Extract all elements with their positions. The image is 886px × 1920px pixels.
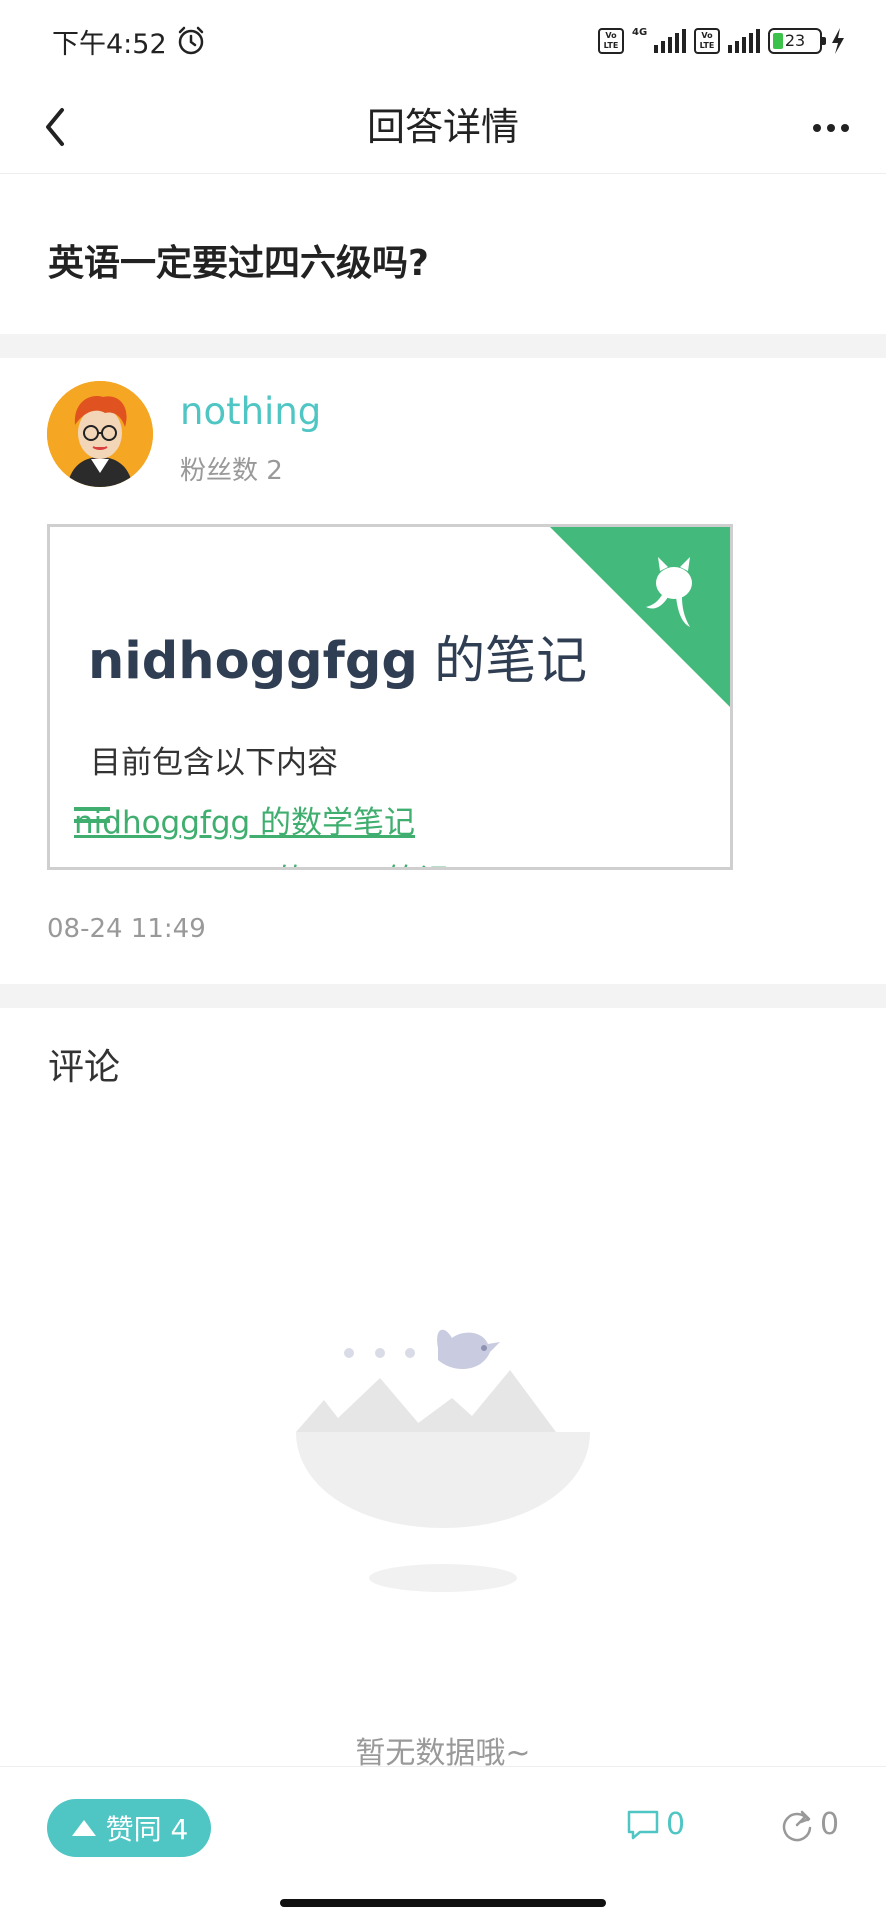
card-subtitle: 目前包含以下内容	[90, 745, 338, 781]
card-title-en: nidhoggfgg	[88, 632, 418, 691]
empty-state-illustration	[296, 1329, 590, 1592]
signal-icon	[654, 29, 686, 53]
network-type: 4G	[632, 27, 648, 38]
card-link-math[interactable]: nidhoggfgg 的数学笔记	[74, 797, 415, 842]
charging-icon	[832, 28, 844, 54]
fans-count: 粉丝数 2	[180, 456, 283, 486]
question-title[interactable]: 英语一定要过四六级吗?	[48, 234, 429, 286]
arrow-up-icon	[71, 1820, 96, 1836]
agree-button[interactable]: 赞同 4	[47, 1799, 211, 1857]
card-title-zh: 的笔记	[417, 632, 588, 691]
section-divider	[0, 984, 886, 1008]
volte-icon-2: Vo LTE	[694, 28, 720, 54]
page-title: 回答详情	[366, 105, 519, 149]
volte-icon: Vo LTE	[598, 28, 624, 54]
status-bar: 下午4:52 Vo LTE 4G Vo LTE 23	[0, 0, 886, 80]
battery-icon: 23	[768, 28, 826, 54]
nav-bar: 回答详情	[0, 80, 886, 174]
share-count: 0	[820, 1807, 840, 1842]
comment-count: 0	[666, 1807, 686, 1842]
avatar-illustration	[47, 381, 153, 487]
link-card[interactable]: nidhoggfgg 的笔记 目前包含以下内容 nidhoggfgg 的数学笔记…	[47, 524, 733, 870]
battery-level: 23	[784, 31, 806, 50]
share-button[interactable]: 0	[780, 1807, 839, 1842]
section-divider	[0, 334, 886, 358]
alarm-icon	[178, 26, 204, 55]
share-icon	[782, 1810, 812, 1841]
signal-icon-2	[728, 29, 760, 53]
comment-icon	[627, 1810, 659, 1839]
answer-section: nothing 粉丝数 2 nidhoggfgg 的笔记 目前包含以下内容 ni…	[0, 358, 886, 984]
comments-title: 评论	[48, 1047, 121, 1088]
card-link-rust[interactable]: nidhoggfgg 的 rust 笔记	[90, 855, 449, 867]
answer-time: 08-24 11:49	[47, 914, 206, 944]
comments-section: 评论 暂无数据哦~	[0, 1008, 886, 1771]
bottom-action-bar: 赞同 4 0 0	[0, 1766, 886, 1920]
agree-label: 赞同 4	[105, 1813, 189, 1846]
card-title: nidhoggfgg 的笔记	[88, 619, 587, 693]
status-time: 下午4:52	[52, 29, 167, 60]
more-icon[interactable]	[806, 108, 856, 148]
author-name[interactable]: nothing	[180, 390, 321, 433]
home-indicator[interactable]	[280, 1899, 606, 1907]
status-icons: Vo LTE 4G Vo LTE 23	[598, 24, 846, 58]
comment-button[interactable]: 0	[626, 1807, 685, 1842]
avatar[interactable]	[47, 381, 153, 487]
question-section[interactable]: 英语一定要过四六级吗?	[0, 174, 886, 334]
